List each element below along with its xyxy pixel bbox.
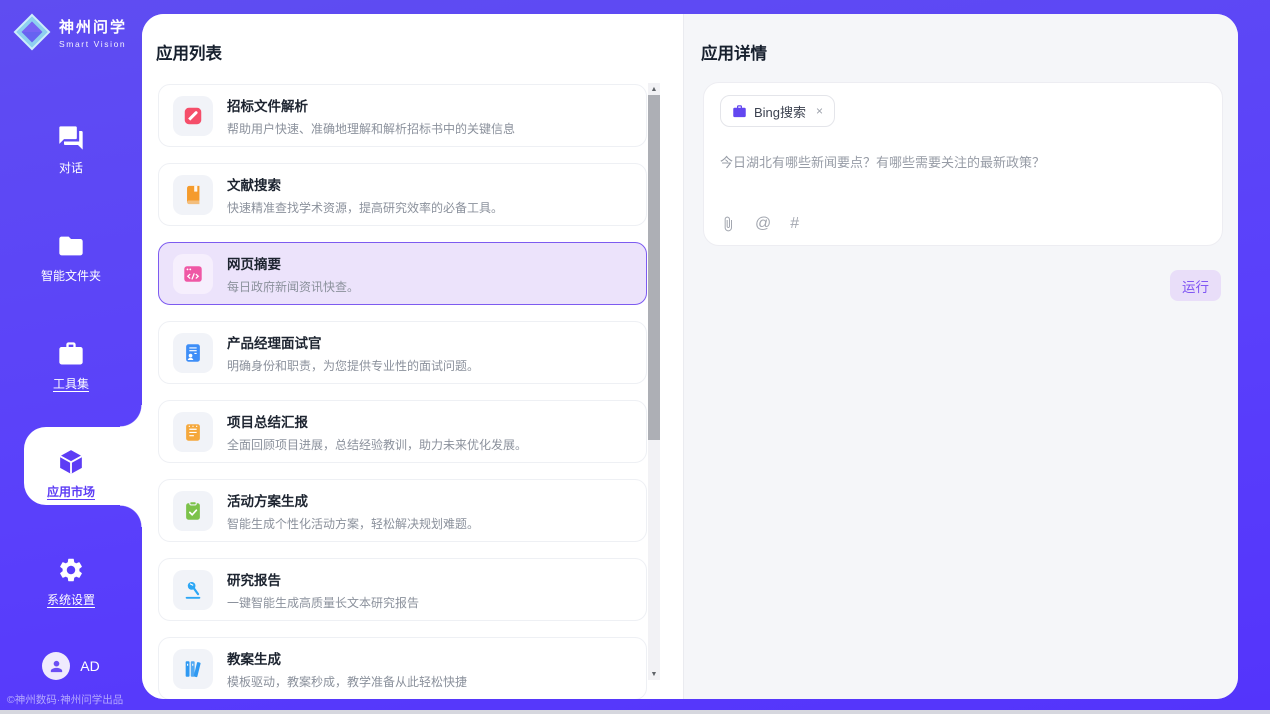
attachment-icon[interactable] [720, 216, 736, 232]
scrollbar[interactable]: ▲ ▼ [648, 83, 660, 680]
logo-subtitle: Smart Vision [59, 39, 127, 49]
prompt-input[interactable]: 今日湖北有哪些新闻要点？有哪些需要关注的最新政策？ [720, 152, 1206, 171]
chat-icon [57, 124, 85, 152]
prompt-card: Bing搜索 × 今日湖北有哪些新闻要点？有哪些需要关注的最新政策？ @ # [703, 82, 1223, 246]
book-icon [173, 175, 213, 215]
sidebar-item-label: 应用市场 [47, 483, 95, 500]
cube-icon [57, 448, 85, 476]
app-name: 网页摘要 [227, 253, 359, 273]
mention-icon[interactable]: @ [755, 216, 771, 232]
app-card-activity-plan[interactable]: 活动方案生成 智能生成个性化活动方案，轻松解决规划难题。 [158, 479, 647, 542]
sidebar-nav: 对话 智能文件夹 工具集 应用市场 系统设置 [0, 96, 142, 636]
copyright-text: ©神州数码·神州问学出品 [0, 692, 142, 707]
app-list-title: 应用列表 [156, 40, 222, 64]
briefcase-icon [732, 104, 747, 119]
logo-diamond-icon [13, 13, 51, 51]
app-name: 产品经理面试官 [227, 332, 479, 352]
app-detail-title: 应用详情 [701, 40, 767, 64]
sidebar-item-toolset[interactable]: 工具集 [0, 312, 142, 420]
tool-tag-bing-search[interactable]: Bing搜索 × [720, 95, 835, 127]
app-list-panel: 应用列表 招标文件解析 帮助用户快速、准确地理解和解析招标书中的关键信息 文献搜… [142, 14, 683, 699]
topic-icon[interactable]: # [790, 216, 799, 232]
app-card-bid-parse[interactable]: 招标文件解析 帮助用户快速、准确地理解和解析招标书中的关键信息 [158, 84, 647, 147]
sidebar-item-label: 对话 [59, 159, 83, 176]
app-card-list: 招标文件解析 帮助用户快速、准确地理解和解析招标书中的关键信息 文献搜索 快速精… [158, 84, 647, 699]
scrollbar-thumb[interactable] [648, 95, 660, 440]
app-name: 教案生成 [227, 648, 467, 668]
tag-close-icon[interactable]: × [816, 104, 823, 118]
folder-icon [57, 232, 85, 260]
app-description: 每日政府新闻资讯快查。 [227, 278, 359, 295]
notepad-icon [173, 412, 213, 452]
app-description: 一键智能生成高质量长文本研究报告 [227, 594, 419, 611]
app-name: 研究报告 [227, 569, 419, 589]
content-panel: 应用列表 招标文件解析 帮助用户快速、准确地理解和解析招标书中的关键信息 文献搜… [142, 14, 1238, 699]
browser-code-icon [173, 254, 213, 294]
app-card-lesson-plan[interactable]: 教案生成 模板驱动，教案秒成，教学准备从此轻松快捷 [158, 637, 647, 699]
app-card-literature-search[interactable]: 文献搜索 快速精准查找学术资源，提高研究效率的必备工具。 [158, 163, 647, 226]
books-icon [173, 649, 213, 689]
app-name: 文献搜索 [227, 174, 503, 194]
user-row[interactable]: AD [0, 652, 142, 680]
app-name: 项目总结汇报 [227, 411, 527, 431]
avatar[interactable] [42, 652, 70, 680]
sidebar-item-label: 工具集 [53, 375, 89, 392]
app-card-research-report[interactable]: 研究报告 一键智能生成高质量长文本研究报告 [158, 558, 647, 621]
run-button[interactable]: 运行 [1170, 270, 1221, 301]
microscope-icon [173, 570, 213, 610]
app-description: 模板驱动，教案秒成，教学准备从此轻松快捷 [227, 673, 467, 690]
clipboard-check-icon [173, 491, 213, 531]
sidebar-item-label: 智能文件夹 [41, 267, 101, 284]
person-icon [48, 658, 65, 675]
doc-person-icon [173, 333, 213, 373]
app-card-project-summary[interactable]: 项目总结汇报 全面回顾项目进展，总结经验教训，助力未来优化发展。 [158, 400, 647, 463]
app-name: 活动方案生成 [227, 490, 479, 510]
toolbox-icon [57, 340, 85, 368]
app-name: 招标文件解析 [227, 95, 515, 115]
app-description: 快速精准查找学术资源，提高研究效率的必备工具。 [227, 199, 503, 216]
sidebar-item-smart-folder[interactable]: 智能文件夹 [0, 204, 142, 312]
app-description: 帮助用户快速、准确地理解和解析招标书中的关键信息 [227, 120, 515, 137]
app-card-pm-interviewer[interactable]: 产品经理面试官 明确身份和职责，为您提供专业性的面试问题。 [158, 321, 647, 384]
app-card-web-summary[interactable]: 网页摘要 每日政府新闻资讯快查。 [158, 242, 647, 305]
app-description: 智能生成个性化活动方案，轻松解决规划难题。 [227, 515, 479, 532]
sidebar-item-label: 系统设置 [47, 591, 95, 608]
bottom-edge-bar [0, 710, 1270, 714]
gear-icon [57, 556, 85, 584]
user-name: AD [80, 658, 99, 674]
sidebar-item-app-market[interactable]: 应用市场 [0, 420, 142, 528]
scroll-down-arrow-icon[interactable]: ▼ [648, 668, 660, 680]
app-description: 明确身份和职责，为您提供专业性的面试问题。 [227, 357, 479, 374]
app-detail-panel: 应用详情 Bing搜索 × 今日湖北有哪些新闻要点？有哪些需要关注的最新政策？ … [683, 14, 1238, 699]
sidebar: 神州问学 Smart Vision 对话 智能文件夹 工具集 应用市场 系统设置 [0, 0, 142, 714]
sidebar-item-settings[interactable]: 系统设置 [0, 528, 142, 636]
sidebar-item-chat[interactable]: 对话 [0, 96, 142, 204]
pen-square-icon [173, 96, 213, 136]
tool-tag-label: Bing搜索 [754, 102, 806, 121]
input-toolbar: @ # [720, 216, 799, 232]
scroll-up-arrow-icon[interactable]: ▲ [648, 83, 660, 95]
app-logo: 神州问学 Smart Vision [13, 13, 127, 51]
logo-title: 神州问学 [59, 16, 127, 37]
app-description: 全面回顾项目进展，总结经验教训，助力未来优化发展。 [227, 436, 527, 453]
